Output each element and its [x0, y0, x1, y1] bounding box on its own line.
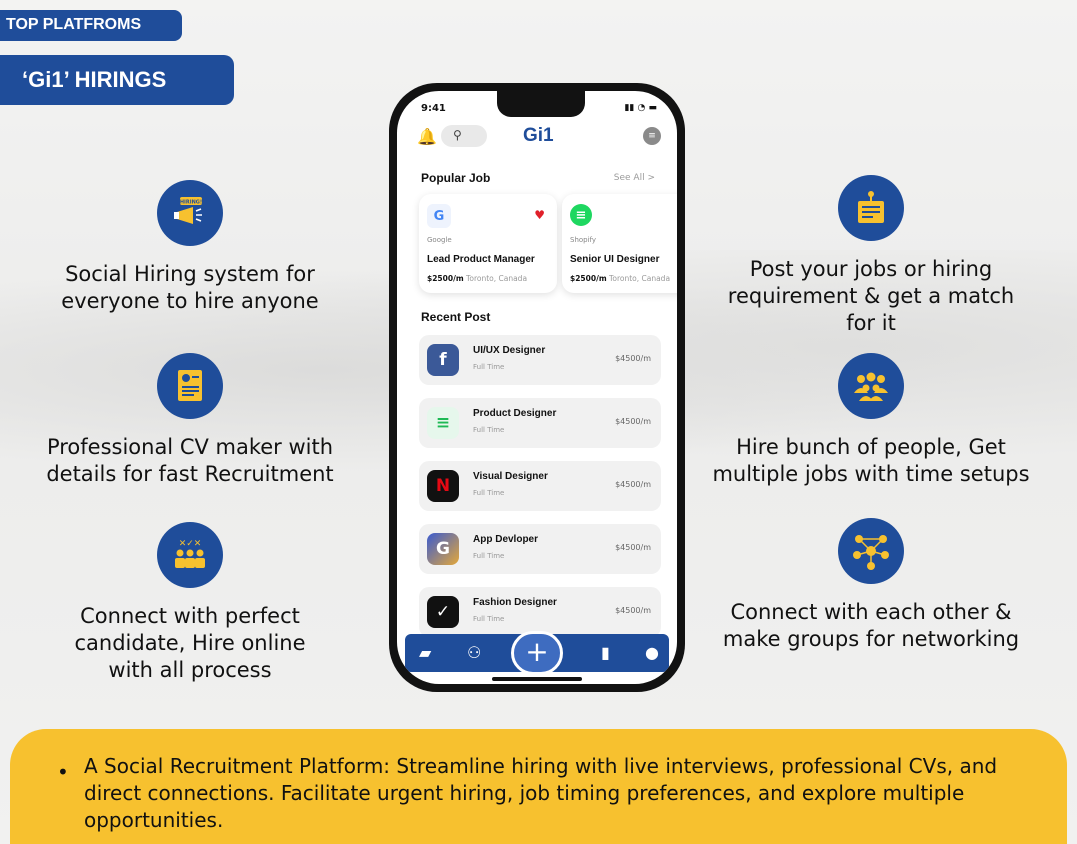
feature-hire-bunch: Hire bunch of people, Get multiple jobs … — [696, 353, 1046, 488]
cv-document-icon — [157, 353, 223, 419]
popular-job-title: Popular Job — [421, 171, 491, 185]
summary-text: A Social Recruitment Platform: Streamlin… — [84, 754, 998, 832]
list-item[interactable]: ✓ Fashion Designer Full Time $4500/m — [419, 587, 661, 637]
job-post-icon — [838, 175, 904, 241]
bookmark-icon[interactable]: ▮ — [601, 643, 610, 662]
feature-text: Professional CV maker with details for f… — [46, 435, 334, 486]
list-item[interactable]: G App Devloper Full Time $4500/m — [419, 524, 661, 574]
app-title: Gi1 — [523, 125, 554, 146]
post-pay: $4500/m — [615, 354, 651, 363]
candidates-check-icon: ✕✓✕ — [157, 522, 223, 588]
company-name: Shopify — [570, 236, 597, 244]
megaphone-hiring-icon: HIRING! — [157, 180, 223, 246]
netflix-logo-icon: N — [427, 470, 459, 502]
job-role: Senior UI Designer — [570, 254, 660, 265]
bullet-icon: • — [57, 760, 69, 784]
post-pay: $4500/m — [615, 606, 651, 615]
post-title: Fashion Designer — [473, 597, 557, 608]
popular-job-card[interactable]: ≡ Shopify Senior UI Designer $2500/m Tor… — [562, 194, 677, 293]
network-icon — [838, 518, 904, 584]
feature-text: Connect with each other & make groups fo… — [722, 600, 1020, 651]
feature-connect-candidate: ✕✓✕ Connect with perfect candidate, Hire… — [55, 522, 325, 684]
post-type: Full Time — [473, 552, 505, 560]
feature-text: Social Hiring system for everyone to hir… — [61, 262, 319, 313]
search-icon[interactable]: ⚲ — [441, 125, 487, 147]
phone-notch — [497, 91, 585, 117]
plus-icon[interactable]: + — [511, 631, 563, 675]
post-title: Visual Designer — [473, 471, 548, 482]
svg-text:✕✓✕: ✕✓✕ — [179, 539, 202, 549]
job-salary: $2500/m — [427, 274, 464, 283]
post-title: Product Designer — [473, 408, 557, 419]
group-people-icon — [838, 353, 904, 419]
phone-screen: 9:41 ▮▮ ◔ ▬ 🔔 ⚲ Gi1 ≡ Popular Job See Al… — [397, 91, 677, 684]
feature-cv-maker: Professional CV maker with details for f… — [30, 353, 350, 488]
post-pay: $4500/m — [615, 417, 651, 426]
gi1-hirings-tag: ‘Gi1’ HIRINGS — [0, 55, 234, 105]
spotify-logo-icon: ≡ — [427, 407, 459, 439]
list-item[interactable]: f UI/UX Designer Full Time $4500/m — [419, 335, 661, 385]
post-type: Full Time — [473, 363, 505, 371]
recent-post-title: Recent Post — [421, 310, 491, 324]
feature-networking: Connect with each other & make groups fo… — [706, 518, 1036, 653]
people-icon[interactable]: ⚇ — [467, 643, 481, 662]
app-logo-icon: G — [427, 533, 459, 565]
see-all-link[interactable]: See All > — [614, 173, 655, 183]
company-name: Google — [427, 236, 452, 244]
status-time: 9:41 — [421, 103, 446, 114]
facebook-logo-icon: f — [427, 344, 459, 376]
feature-social-hiring: HIRING! Social Hiring system for everyon… — [40, 180, 340, 315]
post-type: Full Time — [473, 426, 505, 434]
phone-mockup: 9:41 ▮▮ ◔ ▬ 🔔 ⚲ Gi1 ≡ Popular Job See Al… — [389, 83, 685, 692]
home-indicator — [492, 677, 582, 681]
list-item[interactable]: ≡ Product Designer Full Time $4500/m — [419, 398, 661, 448]
feature-text: Connect with perfect candidate, Hire onl… — [74, 604, 306, 682]
post-type: Full Time — [473, 615, 505, 623]
top-platforms-tag: TOP PLATFROMS — [0, 10, 182, 41]
bell-icon[interactable]: 🔔 — [417, 127, 437, 146]
hiring-badge-text: HIRING! — [180, 200, 202, 206]
post-title: App Devloper — [473, 534, 539, 545]
heart-icon[interactable]: ♥ — [534, 208, 545, 222]
feature-post-jobs: Post your jobs or hiring requirement & g… — [721, 175, 1021, 337]
job-location: Toronto, Canada — [609, 274, 671, 283]
profile-icon[interactable]: ● — [645, 643, 659, 662]
job-location: Toronto, Canada — [466, 274, 528, 283]
list-item[interactable]: N Visual Designer Full Time $4500/m — [419, 461, 661, 511]
feature-text: Hire bunch of people, Get multiple jobs … — [712, 435, 1030, 486]
nike-logo-icon: ✓ — [427, 596, 459, 628]
post-type: Full Time — [473, 489, 505, 497]
job-pay: $2500/m Toronto, Canada — [570, 274, 670, 283]
job-salary: $2500/m — [570, 274, 607, 283]
summary-box: • A Social Recruitment Platform: Streaml… — [10, 729, 1067, 844]
briefcase-icon[interactable]: ▰ — [419, 643, 431, 662]
chat-icon[interactable]: ≡ — [643, 127, 661, 145]
feature-text: Post your jobs or hiring requirement & g… — [727, 257, 1015, 335]
signal-battery-icon: ▮▮ ◔ ▬ — [624, 103, 657, 113]
popular-job-card[interactable]: G ♥ Google Lead Product Manager $2500/m … — [419, 194, 557, 293]
job-pay: $2500/m Toronto, Canada — [427, 274, 527, 283]
post-pay: $4500/m — [615, 480, 651, 489]
post-title: UI/UX Designer — [473, 345, 546, 356]
job-role: Lead Product Manager — [427, 254, 535, 265]
post-pay: $4500/m — [615, 543, 651, 552]
spotify-logo-icon: ≡ — [570, 204, 592, 226]
google-logo-icon: G — [427, 204, 451, 228]
